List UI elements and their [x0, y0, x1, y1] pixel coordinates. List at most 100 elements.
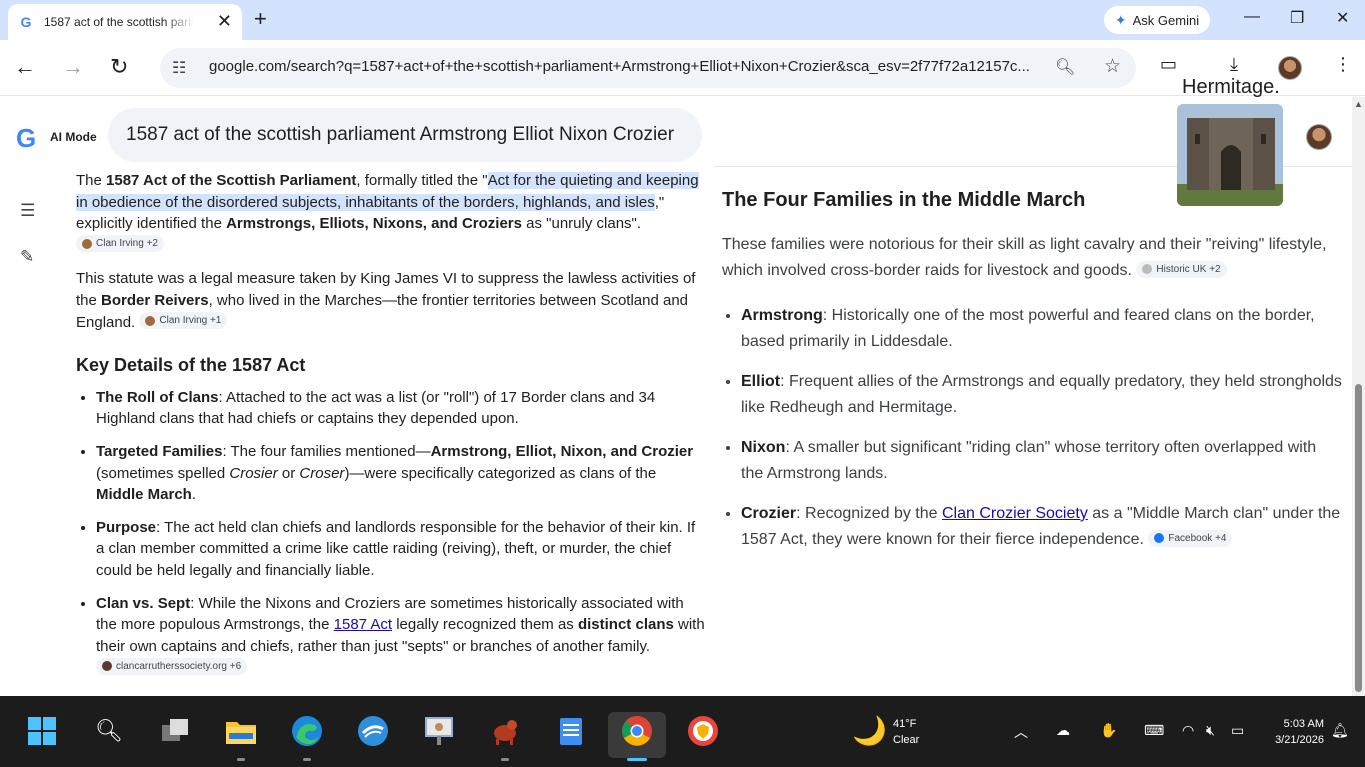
search-query-box[interactable]: 1587 act of the scottish parliament Arms…: [108, 108, 702, 162]
weather-widget[interactable]: 41°F Clear: [893, 716, 919, 748]
battery-icon[interactable]: ▭: [1231, 722, 1244, 739]
zoom-icon[interactable]: 🔍︎: [1055, 57, 1075, 77]
text: The: [76, 172, 107, 189]
second-paragraph: This statute was a legal measure taken b…: [76, 268, 706, 333]
profile-avatar[interactable]: [1278, 56, 1302, 80]
scroll-up-icon[interactable]: ▲: [1354, 99, 1363, 109]
list-item: Purpose: The act held clan chiefs and la…: [96, 517, 706, 582]
tab-close-icon[interactable]: ✕: [217, 12, 232, 30]
citation-chip[interactable]: Historic UK +2: [1136, 260, 1227, 278]
chevron-up-icon[interactable]: ︿: [1014, 722, 1028, 742]
tab-strip: G 1587 act of the scottish parliament ✕ …: [0, 0, 1365, 40]
hand-app-icon[interactable]: ✋: [1100, 722, 1117, 739]
citation-label: clancarrutherssociety.org +6: [116, 660, 242, 672]
windows-start-icon[interactable]: [25, 714, 59, 748]
address-bar[interactable]: ☷ google.com/search?q=1587+act+of+the+sc…: [160, 48, 1136, 88]
file-explorer-icon[interactable]: [224, 714, 258, 748]
scrollbar-thumb[interactable]: [1355, 384, 1362, 692]
minimize-icon[interactable]: —: [1244, 8, 1260, 26]
task-view-icon[interactable]: [158, 714, 192, 748]
running-indicator: [237, 758, 245, 761]
bookmark-star-icon[interactable]: ☆: [1104, 55, 1121, 78]
running-indicator: [501, 758, 509, 761]
moon-weather-icon[interactable]: 🌙: [852, 714, 887, 747]
text: )—were specifically categorized as clans…: [344, 464, 657, 482]
text: : The act held clan chiefs and landlords…: [96, 518, 696, 579]
url-text[interactable]: google.com/search?q=1587+act+of+the+scot…: [209, 58, 1044, 75]
notepad-icon[interactable]: [554, 714, 588, 748]
citation-chip[interactable]: Clan Irving +1: [139, 312, 228, 330]
bold-text: Elliot: [741, 372, 781, 390]
site-info-icon[interactable]: ☷: [172, 58, 186, 78]
menu-kebab-icon[interactable]: ⋮: [1334, 54, 1352, 75]
page-scrollbar[interactable]: ▲: [1352, 97, 1365, 696]
bold-text: The Roll of Clans: [96, 388, 219, 406]
active-indicator: [627, 758, 647, 761]
citation-label: Facebook +4: [1168, 532, 1227, 544]
browser-tab[interactable]: G 1587 act of the scottish parliament ✕: [8, 4, 242, 40]
list-item: Clan vs. Sept: While the Nixons and Croz…: [96, 593, 706, 679]
hermitage-castle-image[interactable]: [1177, 104, 1283, 206]
windows-taskbar: 🔍︎ 🌙 41°F Clear ︿ ☁ ✋ ⌨ ◠ 🔇︎ ▭ 5:03 AM 3…: [0, 696, 1365, 767]
list-item: The Roll of Clans: Attached to the act w…: [96, 387, 706, 430]
clock-time: 5:03 AM: [1283, 718, 1324, 730]
pet-app-icon[interactable]: [488, 714, 522, 748]
close-window-icon[interactable]: ✕: [1336, 8, 1349, 28]
clock-date: 3/21/2026: [1275, 734, 1324, 746]
bold-text: Armstrong, Elliot, Nixon, and Crozier: [430, 442, 694, 460]
facebook-icon: [1154, 533, 1165, 543]
text: (sometimes spelled: [96, 464, 230, 482]
clan-crozier-society-link[interactable]: Clan Crozier Society: [942, 505, 1088, 522]
download-icon[interactable]: ⤓: [1230, 54, 1238, 75]
forward-arrow-icon[interactable]: →: [62, 54, 84, 80]
onedrive-cloud-icon[interactable]: ☁: [1056, 722, 1070, 739]
ai-mode-label[interactable]: AI Mode: [50, 130, 97, 144]
text: : Historically one of the most powerful …: [741, 306, 1315, 351]
italic-text: Croser: [299, 464, 345, 482]
list-item: Elliot: Frequent allies of the Armstrong…: [741, 369, 1342, 422]
restore-icon[interactable]: ❐: [1290, 8, 1304, 28]
history-list-icon[interactable]: ☰: [20, 201, 35, 221]
google-logo[interactable]: G: [16, 123, 36, 154]
system-clock[interactable]: 5:03 AM 3/21/2026: [1264, 716, 1324, 748]
app-swirl-icon[interactable]: [356, 714, 390, 748]
gemini-icon: ✦: [1114, 11, 1127, 28]
text: or: [277, 464, 300, 482]
reload-icon[interactable]: ↻: [110, 54, 128, 80]
bold-text: Crozier: [741, 504, 797, 522]
cast-screen-icon[interactable]: ▭: [1160, 54, 1177, 75]
bold-text: 1587 Act of the Scottish Parliament: [106, 172, 357, 189]
back-arrow-icon[interactable]: ←: [14, 54, 36, 80]
citation-chip[interactable]: clancarrutherssociety.org +6: [96, 657, 248, 675]
wifi-icon[interactable]: ◠: [1182, 722, 1194, 739]
keyboard-icon[interactable]: ⌨: [1144, 722, 1164, 739]
search-icon[interactable]: 🔍︎: [92, 714, 126, 748]
bold-text: Purpose: [96, 518, 157, 536]
text: : Frequent allies of the Armstrongs and …: [741, 372, 1342, 417]
edge-browser-icon[interactable]: [290, 714, 324, 748]
source-favicon-icon: [102, 661, 112, 672]
ask-gemini-button[interactable]: ✦ Ask Gemini: [1104, 6, 1210, 34]
presentation-app-icon[interactable]: [422, 714, 456, 748]
new-chat-edit-icon[interactable]: ✎: [20, 247, 34, 267]
speaker-muted-icon[interactable]: 🔇︎: [1206, 722, 1215, 739]
citation-chip[interactable]: Facebook +4: [1148, 529, 1233, 547]
act-link[interactable]: 1587 Act: [334, 616, 392, 633]
section-heading: Key Details of the 1587 Act: [76, 355, 306, 376]
text: as "unruly clans".: [522, 215, 642, 233]
weather-desc: Clear: [893, 734, 920, 746]
bold-text: Clan vs. Sept: [96, 594, 191, 612]
citation-label: Historic UK +2: [1156, 263, 1221, 275]
vpn-shield-icon[interactable]: [686, 714, 720, 748]
text: : The four families mentioned—: [222, 442, 431, 460]
citation-label: Clan Irving +2: [96, 238, 158, 250]
notification-bell-icon[interactable]: 🔔︎: [1331, 722, 1349, 739]
chrome-icon[interactable]: [620, 714, 654, 748]
list-item: Nixon: A smaller but significant "riding…: [741, 435, 1342, 488]
browser-toolbar: ← → ↻ ☷ google.com/search?q=1587+act+of+…: [0, 40, 1365, 96]
account-avatar[interactable]: [1306, 124, 1332, 150]
new-tab-button[interactable]: +: [254, 8, 267, 30]
bold-text: Armstrongs, Elliots, Nixons, and Crozier…: [226, 215, 522, 233]
list-item: Targeted Families: The four families men…: [96, 441, 706, 506]
citation-chip[interactable]: Clan Irving +2: [76, 235, 164, 253]
